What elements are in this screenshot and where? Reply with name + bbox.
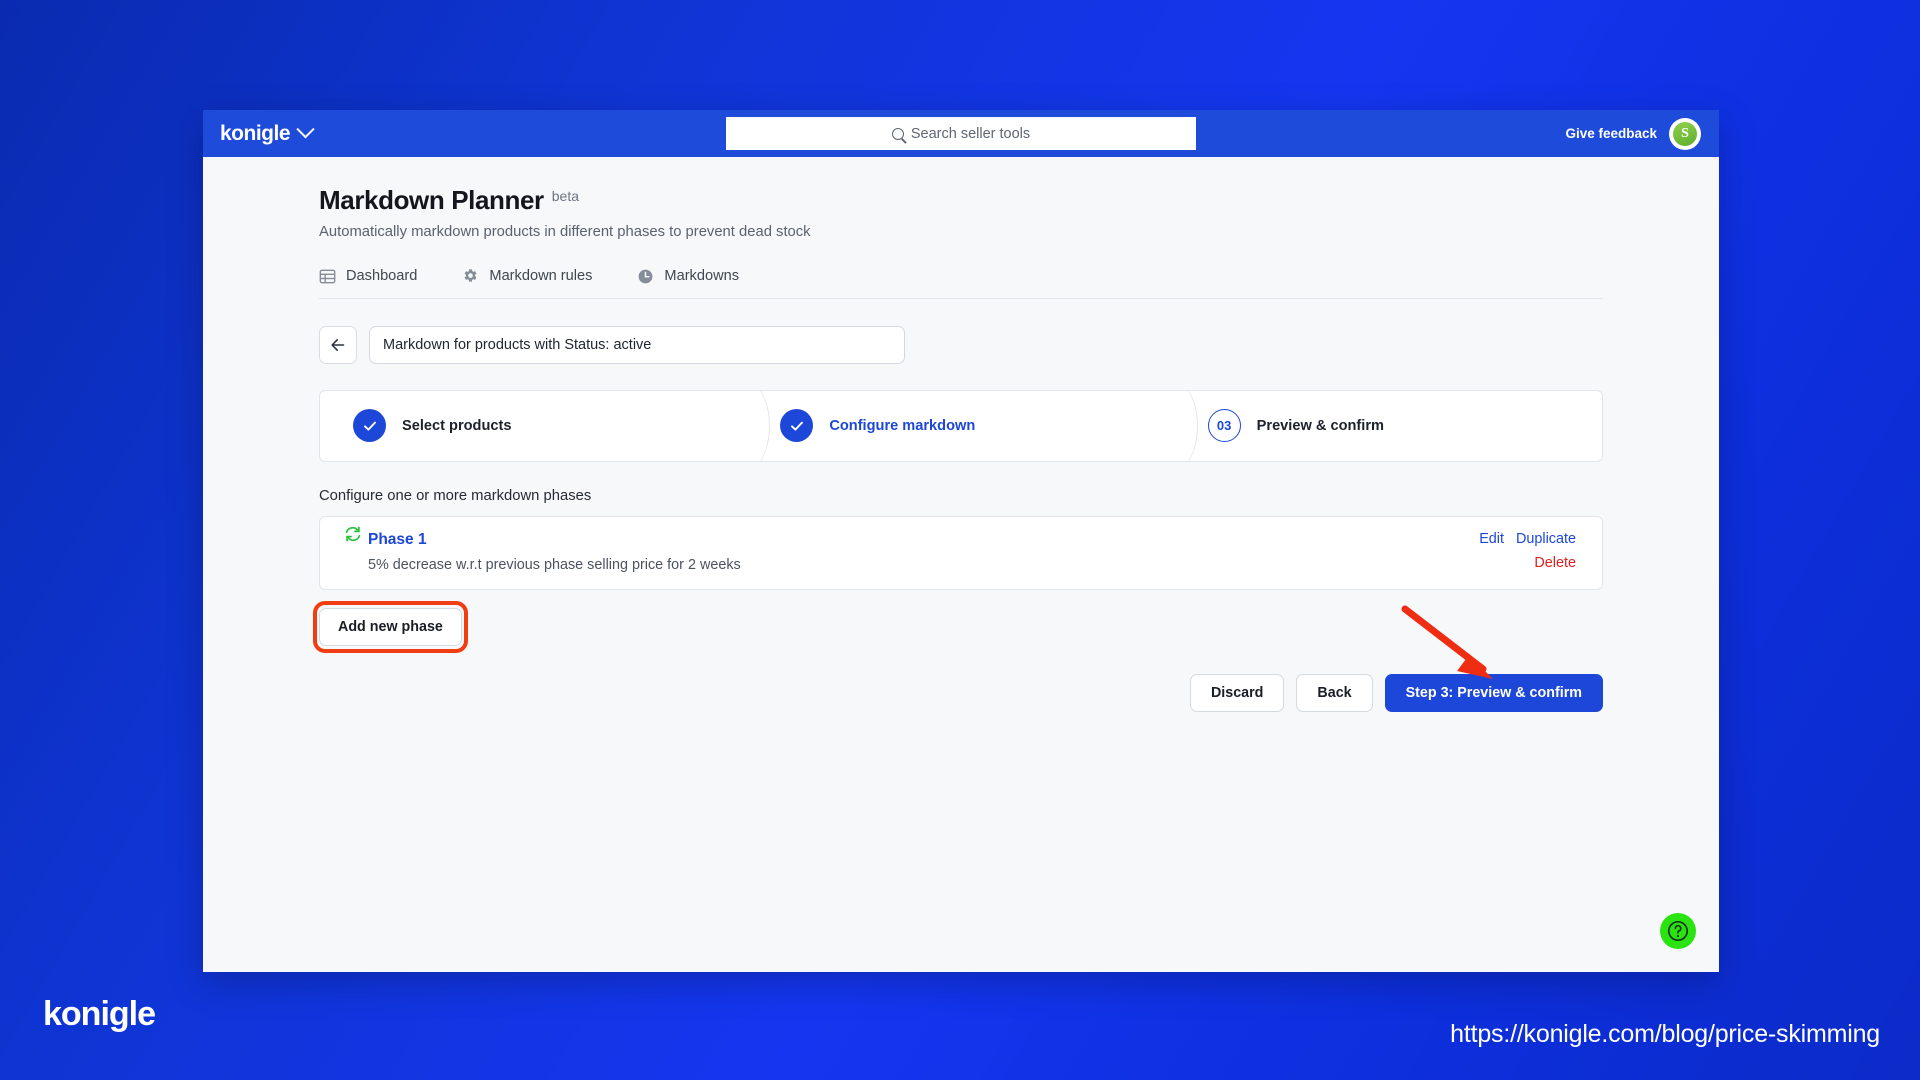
add-new-phase-wrapper: Add new phase — [313, 600, 468, 653]
page-subtitle: Automatically markdown products in diffe… — [319, 223, 811, 240]
chevron-down-icon[interactable] — [296, 120, 315, 139]
tab-markdown-rules[interactable]: Markdown rules — [462, 268, 592, 285]
give-feedback-label: Give feedback — [1565, 126, 1657, 141]
give-feedback-group[interactable]: Give feedback S — [1565, 117, 1701, 150]
brand-wordmark: konigle — [220, 122, 291, 145]
tab-label: Markdowns — [664, 268, 740, 285]
page-title: Markdown Planner — [319, 185, 544, 215]
check-icon — [780, 409, 814, 443]
table-icon — [319, 268, 336, 285]
step-select-products[interactable]: Select products — [320, 391, 747, 461]
phase-description: 5% decrease w.r.t previous phase selling… — [368, 556, 741, 573]
tab-label: Markdown rules — [489, 268, 593, 285]
help-button[interactable] — [1660, 913, 1696, 949]
step-label: Select products — [402, 417, 512, 434]
markdown-name-input[interactable]: Markdown for products with Status: activ… — [369, 325, 905, 364]
top-navigation-bar: konigle Search seller tools Give feedbac… — [203, 110, 1719, 157]
clock-icon — [637, 268, 654, 285]
search-placeholder: Search seller tools — [910, 125, 1031, 142]
footer-brand-logo: konigle — [43, 995, 156, 1033]
tab-dashboard[interactable]: Dashboard — [319, 268, 417, 285]
search-icon — [891, 127, 904, 140]
form-actions: Discard Back Step 3: Preview & confirm — [319, 605, 1603, 712]
step3-preview-confirm-button[interactable]: Step 3: Preview & confirm — [1384, 673, 1603, 712]
page-header: Markdown Planner beta — [319, 186, 1603, 215]
beta-badge: beta — [551, 188, 580, 204]
brand-logo[interactable]: konigle — [220, 120, 315, 145]
progress-stepper: Select products Configure markdown 03 Pr… — [319, 389, 1603, 462]
phase-actions: Edit Duplicate Delete — [1479, 531, 1576, 572]
search-input[interactable]: Search seller tools — [726, 117, 1196, 150]
markdown-name-value: Markdown for products with Status: activ… — [383, 336, 652, 353]
refresh-cycle-icon — [344, 525, 362, 543]
tab-markdowns[interactable]: Markdowns — [637, 268, 739, 285]
phase-name[interactable]: Phase 1 — [368, 531, 741, 549]
step-configure-markdown[interactable]: Configure markdown — [747, 391, 1174, 461]
back-button-secondary[interactable]: Back — [1296, 673, 1373, 712]
phases-heading: Configure one or more markdown phases — [319, 487, 592, 504]
page-content: Markdown Planner beta Automatically mark… — [203, 157, 1719, 972]
check-icon — [353, 409, 386, 443]
phase-duplicate-link[interactable]: Duplicate — [1516, 531, 1576, 547]
footer-url: https://konigle.com/blog/price-skimming — [1450, 1020, 1880, 1048]
phase-row: Phase 1 5% decrease w.r.t previous phase… — [319, 515, 1603, 590]
shopify-bag-icon[interactable]: S — [1669, 117, 1701, 150]
gear-icon — [462, 268, 479, 285]
shopify-glyph: S — [1673, 121, 1697, 146]
phase-delete-link[interactable]: Delete — [1534, 555, 1576, 571]
add-new-phase-button[interactable]: Add new phase — [319, 607, 462, 646]
back-button[interactable] — [319, 325, 357, 364]
step-number: 03 — [1207, 409, 1241, 443]
app-window: konigle Search seller tools Give feedbac… — [203, 110, 1719, 972]
tab-label: Dashboard — [346, 268, 418, 285]
question-mark-icon — [1667, 920, 1689, 942]
step-label: Preview & confirm — [1256, 417, 1384, 434]
discard-button[interactable]: Discard — [1189, 673, 1285, 712]
phase-edit-link[interactable]: Edit — [1479, 531, 1504, 547]
markdown-title-row: Markdown for products with Status: activ… — [319, 325, 1603, 364]
arrow-left-icon — [331, 338, 345, 351]
step-label: Configure markdown — [829, 417, 976, 434]
step-preview-confirm[interactable]: 03 Preview & confirm — [1175, 391, 1602, 461]
tab-bar: Dashboard Markdown rules Markdowns — [319, 268, 1603, 299]
phase-info: Phase 1 5% decrease w.r.t previous phase… — [345, 526, 741, 573]
